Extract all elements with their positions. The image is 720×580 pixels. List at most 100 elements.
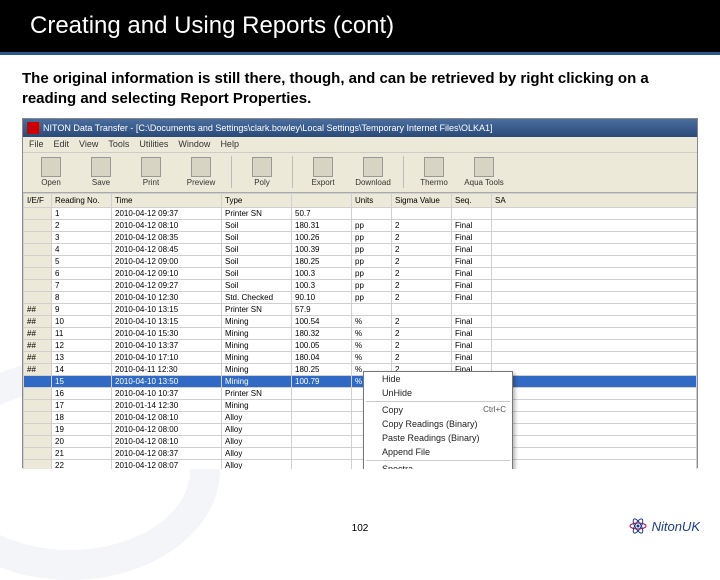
cell[interactable]: ##: [24, 351, 52, 363]
cell[interactable]: [492, 303, 697, 315]
cell[interactable]: Final: [452, 231, 492, 243]
cell[interactable]: 2010-01-14 12:30: [112, 399, 222, 411]
cell[interactable]: ##: [24, 315, 52, 327]
table-row[interactable]: 12010-04-12 09:37Printer SN50.7: [24, 207, 697, 219]
cell[interactable]: [492, 279, 697, 291]
cell[interactable]: [24, 243, 52, 255]
cell[interactable]: 2: [392, 243, 452, 255]
cell[interactable]: 2010-04-12 09:37: [112, 207, 222, 219]
table-row[interactable]: 192010-04-12 08:00Alloy: [24, 423, 697, 435]
cell[interactable]: 2: [392, 279, 452, 291]
cell[interactable]: pp: [352, 279, 392, 291]
cell[interactable]: 2: [392, 291, 452, 303]
cell[interactable]: 57.9: [292, 303, 352, 315]
table-row[interactable]: ##112010-04-10 15:30Mining180.32%2Final: [24, 327, 697, 339]
cell[interactable]: ##: [24, 303, 52, 315]
table-row[interactable]: 42010-04-12 08:45Soil100.39pp2Final: [24, 243, 697, 255]
cell[interactable]: Soil: [222, 267, 292, 279]
cell[interactable]: 13: [52, 351, 112, 363]
cell[interactable]: 50.7: [292, 207, 352, 219]
cell[interactable]: [24, 423, 52, 435]
cell[interactable]: 20: [52, 435, 112, 447]
cell[interactable]: [292, 459, 352, 469]
cell[interactable]: 3: [52, 231, 112, 243]
table-row[interactable]: 162010-04-10 10:37Printer SN: [24, 387, 697, 399]
cell[interactable]: Mining: [222, 327, 292, 339]
cell[interactable]: [492, 375, 697, 387]
toolbar-aquatools[interactable]: Aqua Tools: [462, 157, 506, 187]
cell[interactable]: [492, 447, 697, 459]
cell[interactable]: 2010-04-11 12:30: [112, 363, 222, 375]
cell[interactable]: ##: [24, 363, 52, 375]
cell[interactable]: Soil: [222, 279, 292, 291]
cell[interactable]: 2010-04-12 08:35: [112, 231, 222, 243]
cell[interactable]: [24, 231, 52, 243]
table-row[interactable]: 52010-04-12 09:00Soil180.25pp2Final: [24, 255, 697, 267]
cell[interactable]: 2: [392, 351, 452, 363]
cell[interactable]: Mining: [222, 399, 292, 411]
cell[interactable]: 2010-04-10 10:37: [112, 387, 222, 399]
cell[interactable]: [392, 207, 452, 219]
cell[interactable]: [24, 207, 52, 219]
cell[interactable]: Final: [452, 279, 492, 291]
cell[interactable]: [492, 267, 697, 279]
cell[interactable]: 2010-04-12 08:45: [112, 243, 222, 255]
cell[interactable]: pp: [352, 291, 392, 303]
cell[interactable]: [352, 303, 392, 315]
cell[interactable]: 2010-04-12 09:27: [112, 279, 222, 291]
cell[interactable]: 2010-04-12 09:10: [112, 267, 222, 279]
table-row[interactable]: ##142010-04-11 12:30Mining180.25%2Final: [24, 363, 697, 375]
table-row[interactable]: 72010-04-12 09:27Soil100.3pp2Final: [24, 279, 697, 291]
cell[interactable]: Final: [452, 267, 492, 279]
cell[interactable]: 2: [392, 267, 452, 279]
cell[interactable]: 15: [52, 375, 112, 387]
menu-edit[interactable]: Edit: [54, 139, 70, 149]
cell[interactable]: 2: [392, 231, 452, 243]
cell[interactable]: [492, 351, 697, 363]
table-row[interactable]: ##122010-04-10 13:37Mining100.05%2Final: [24, 339, 697, 351]
cell[interactable]: Alloy: [222, 435, 292, 447]
menu-view[interactable]: View: [79, 139, 98, 149]
cell[interactable]: Mining: [222, 375, 292, 387]
cell[interactable]: Mining: [222, 339, 292, 351]
cell[interactable]: [292, 411, 352, 423]
cell[interactable]: Alloy: [222, 423, 292, 435]
cell[interactable]: Mining: [222, 363, 292, 375]
context-menu-item[interactable]: Spectra: [364, 462, 512, 469]
table-row[interactable]: 22010-04-12 08:10Soil180.31pp2Final: [24, 219, 697, 231]
cell[interactable]: 2: [392, 327, 452, 339]
col-header[interactable]: Time: [112, 193, 222, 207]
cell[interactable]: 18: [52, 411, 112, 423]
cell[interactable]: [24, 399, 52, 411]
cell[interactable]: 2010-04-12 08:00: [112, 423, 222, 435]
toolbar-preview[interactable]: Preview: [179, 157, 223, 187]
cell[interactable]: Printer SN: [222, 207, 292, 219]
cell[interactable]: Soil: [222, 243, 292, 255]
cell[interactable]: 17: [52, 399, 112, 411]
cell[interactable]: Final: [452, 243, 492, 255]
cell[interactable]: Final: [452, 291, 492, 303]
cell[interactable]: 9: [52, 303, 112, 315]
cell[interactable]: 100.39: [292, 243, 352, 255]
cell[interactable]: [492, 255, 697, 267]
col-header[interactable]: Reading No.: [52, 193, 112, 207]
cell[interactable]: Printer SN: [222, 303, 292, 315]
table-row[interactable]: 202010-04-12 08:10Alloy: [24, 435, 697, 447]
cell[interactable]: %: [352, 339, 392, 351]
cell[interactable]: %: [352, 315, 392, 327]
col-header[interactable]: Type: [222, 193, 292, 207]
col-header[interactable]: Units: [352, 193, 392, 207]
cell[interactable]: 2010-04-10 13:37: [112, 339, 222, 351]
cell[interactable]: [492, 315, 697, 327]
cell[interactable]: pp: [352, 231, 392, 243]
cell[interactable]: 90.10: [292, 291, 352, 303]
cell[interactable]: [292, 447, 352, 459]
cell[interactable]: 2010-04-10 13:15: [112, 315, 222, 327]
cell[interactable]: Final: [452, 219, 492, 231]
toolbar-open[interactable]: Open: [29, 157, 73, 187]
cell[interactable]: 16: [52, 387, 112, 399]
cell[interactable]: 12: [52, 339, 112, 351]
cell[interactable]: 180.25: [292, 255, 352, 267]
cell[interactable]: Final: [452, 255, 492, 267]
cell[interactable]: 2: [392, 315, 452, 327]
